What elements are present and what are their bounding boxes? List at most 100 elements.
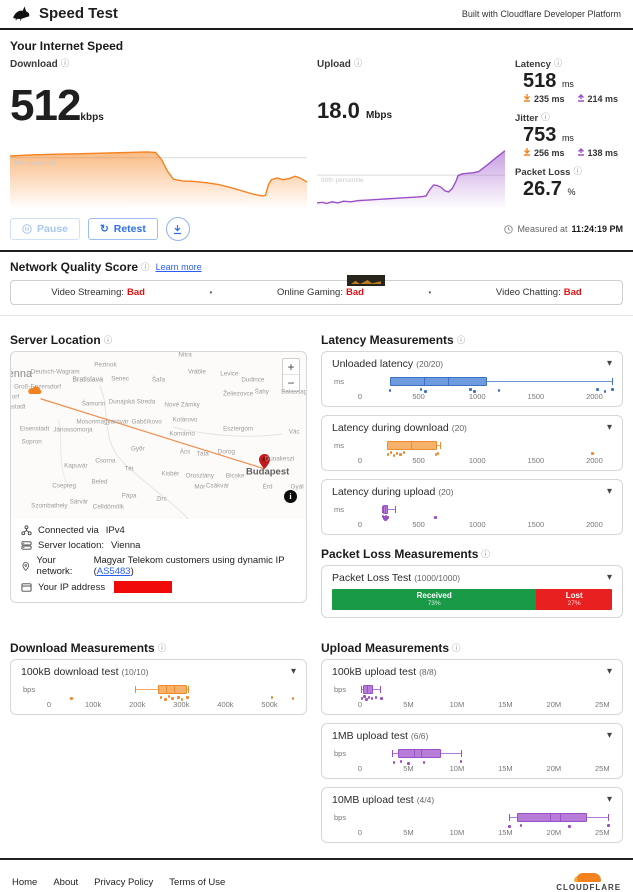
packet-loss-bar: Received 73% Lost 27%	[332, 589, 612, 610]
upload-metric: Upload ⓘ 18.0 Mbps 90th percentile	[317, 57, 505, 207]
retest-button[interactable]: ↻ Retest	[87, 218, 158, 240]
your-internet-speed-title: Your Internet Speed	[10, 39, 124, 53]
info-icon[interactable]: ⓘ	[354, 58, 363, 68]
map-town-label: Csákvár	[205, 482, 230, 490]
map-town-label: Dudince	[241, 376, 265, 384]
map-town-label: astadt	[11, 403, 26, 411]
measurement-card-title: Latency during download	[332, 422, 449, 434]
map-town-label: Sárvár	[69, 498, 89, 506]
map[interactable]: + − i enna orf astadt Deutsch-Wagram Pezinok…	[11, 352, 306, 519]
download-results-button[interactable]	[165, 217, 190, 241]
footer-link-home[interactable]: Home	[12, 877, 37, 888]
speed-metrics: Download ⓘ 512kbps 90th percentile Upload…	[10, 57, 623, 207]
quality-item-streaming: Video Streaming: Bad	[51, 287, 145, 298]
server-icon	[21, 541, 32, 550]
chevron-down-icon[interactable]: ▾	[607, 423, 612, 433]
retest-icon: ↻	[99, 223, 109, 235]
server-location-card: + − i enna orf astadt Deutsch-Wagram Pezinok…	[10, 351, 307, 603]
info-icon[interactable]: ⓘ	[452, 643, 461, 653]
measurement-card: 10MB upload test (4/4) ▾ bps 0 5M 10M 15M 20M 25M	[321, 787, 623, 843]
map-town-label: orf	[11, 393, 20, 401]
map-town-label: Nové Zámky	[164, 401, 200, 409]
measurement-card-title: 100kB upload test	[332, 666, 417, 678]
footer-link-privacy[interactable]: Privacy Policy	[94, 877, 153, 888]
learn-more-link[interactable]: Learn more	[156, 262, 202, 272]
server-location-row: Server location: Vienna	[21, 540, 296, 551]
measurement-card-title: Unloaded latency	[332, 358, 414, 370]
chevron-down-icon[interactable]: ▾	[607, 731, 612, 741]
map-town-label: Gyál	[290, 483, 304, 491]
asn-link[interactable]: AS5483	[97, 566, 131, 577]
info-icon[interactable]: ⓘ	[481, 549, 490, 559]
your-network-row: Your network: Magyar Telekom customers u…	[21, 555, 296, 577]
axis-unit-label: bps	[334, 685, 347, 694]
map-town-label: Csorna	[95, 457, 116, 465]
map-town-label: Senec	[111, 375, 130, 383]
map-town-label: Šaľa	[151, 376, 166, 384]
chevron-down-icon[interactable]: ▾	[607, 359, 612, 369]
page-footer: Home About Privacy Policy Terms of Use C…	[0, 858, 633, 892]
map-town-label: Vác	[288, 428, 300, 436]
info-icon[interactable]: ⓘ	[61, 58, 70, 68]
info-icon[interactable]: ⓘ	[104, 335, 113, 345]
chevron-down-icon[interactable]: ▾	[607, 667, 612, 677]
map-town-label: Esztergom	[223, 425, 254, 433]
map-town-label: Kisbér	[161, 470, 180, 478]
footer-link-about[interactable]: About	[53, 877, 78, 888]
measurement-card-title: Latency during upload	[332, 486, 436, 498]
map-town-label: Dorog	[217, 448, 235, 456]
axis-unit-label: bps	[334, 749, 347, 758]
chevron-down-icon[interactable]: ▾	[607, 795, 612, 805]
latency-metric: Latency ⓘ 518 ms 235 ms 214 ms	[515, 58, 619, 104]
info-icon[interactable]: ⓘ	[573, 166, 582, 176]
measurement-card: 100kB upload test (8/8) ▾ bps 0 5M 10M 15M 20M 25…	[321, 659, 623, 715]
network-quality-header: Network Quality Score ⓘ Learn more	[10, 260, 623, 274]
map-town-label: Kolárovo	[172, 416, 198, 424]
measurement-card: 100kB download test (10/10) ▾ bps 0 100k 200k 3…	[10, 659, 307, 715]
upload-label: Upload ⓘ	[317, 58, 363, 70]
map-info-button[interactable]: i	[284, 490, 297, 503]
map-town-label: Győr	[131, 445, 145, 453]
zoom-in-button[interactable]: +	[283, 359, 299, 375]
map-town-label: Tét	[124, 465, 134, 473]
cloudflare-logo[interactable]: CLOUDFLARE	[556, 872, 621, 892]
network-nodes-icon	[21, 525, 32, 536]
map-town-label: Levice	[220, 370, 239, 378]
axis-unit-label: bps	[334, 813, 347, 822]
footer-link-terms[interactable]: Terms of Use	[169, 877, 225, 888]
info-icon[interactable]: ⓘ	[554, 58, 563, 68]
clock-icon	[504, 224, 514, 234]
quality-item-chatting: Video Chatting: Bad	[495, 287, 582, 298]
upload-value: 18.0 Mbps	[317, 98, 393, 123]
info-icon[interactable]: ⓘ	[158, 643, 167, 653]
upload-speed-chart: 90th percentile	[317, 149, 505, 207]
dot-separator: •	[209, 288, 213, 297]
info-icon[interactable]: ⓘ	[457, 335, 466, 345]
test-controls: Pause ↻ Retest Measured at 11:24:19 PM	[10, 217, 623, 241]
boxplot-axis: 0 5M 10M 15M 20M 25M	[357, 764, 610, 773]
boxplot	[360, 810, 612, 828]
server-details: Connected via IPv4 Server location: Vienna…	[11, 519, 306, 602]
packet-loss-segment-lost: Lost 27%	[536, 589, 612, 610]
info-icon[interactable]: ⓘ	[141, 262, 150, 272]
quality-value: Bad	[345, 287, 364, 298]
upload-arrow-icon	[577, 148, 585, 158]
boxplot	[360, 438, 612, 457]
download-label: Download ⓘ	[10, 58, 70, 70]
quality-value: Bad	[563, 287, 582, 298]
pause-button[interactable]: Pause	[10, 218, 80, 240]
boxplot	[360, 746, 612, 765]
packet-loss-card: Packet Loss Test (1000/1000) ▾ Received 7…	[321, 565, 623, 618]
redacted-ip	[114, 581, 173, 593]
info-icon[interactable]: ⓘ	[541, 112, 550, 122]
chevron-down-icon[interactable]: ▾	[291, 667, 296, 677]
divider	[0, 315, 633, 316]
upload-arrow-icon	[577, 94, 585, 104]
map-town-label: Vráble	[187, 368, 206, 376]
chevron-down-icon[interactable]: ▾	[607, 573, 612, 583]
measurement-card: Latency during download (20) ▾ ms 0 500 1000 15…	[321, 415, 623, 471]
chevron-down-icon[interactable]: ▾	[607, 487, 612, 497]
map-town-label: Šamorín	[81, 400, 106, 408]
map-town-label: Bratislava	[72, 376, 104, 384]
map-town-label: Celldömölk	[92, 503, 124, 511]
